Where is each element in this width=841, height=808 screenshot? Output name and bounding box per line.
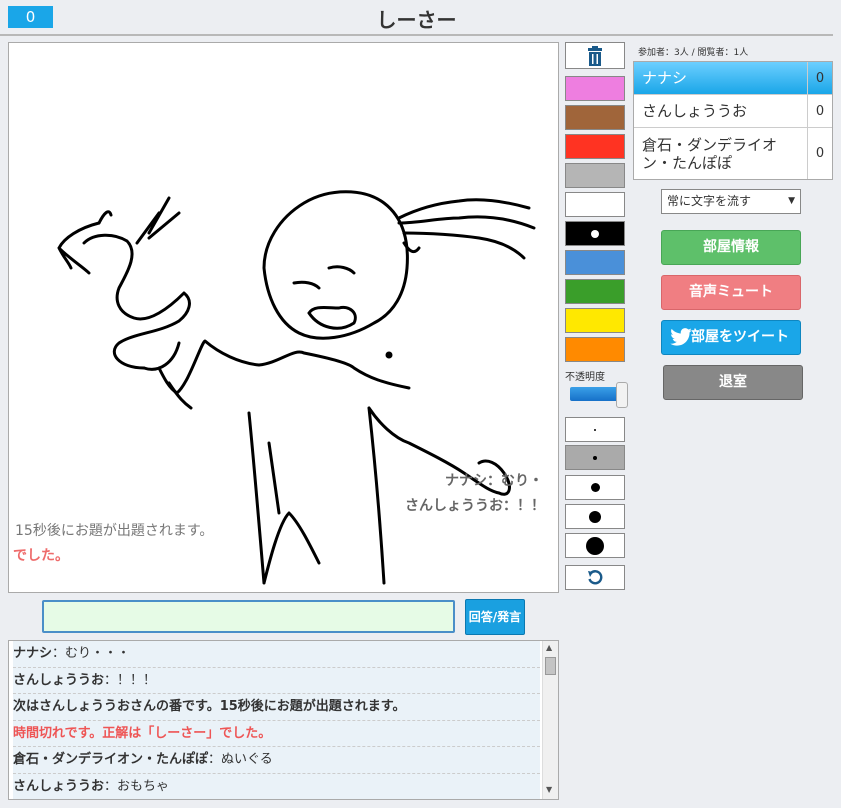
trash-icon — [588, 45, 602, 66]
log-text: ：おもちゃ — [104, 778, 170, 794]
player-row: さんしょううお 0 — [634, 95, 832, 128]
drawing-canvas[interactable]: ナナシ：むり・ さんしょううお：！！ 15秒後にお題が出題されます。 でした。 — [8, 42, 559, 593]
room-info-button[interactable]: 部屋情報 — [661, 230, 801, 265]
color-swatch[interactable] — [565, 192, 625, 217]
color-swatch[interactable] — [565, 221, 625, 246]
canvas-chat-overlay-1: ナナシ：むり・ — [445, 473, 543, 489]
player-score: 0 — [815, 103, 825, 119]
player-score: 0 — [815, 146, 825, 161]
player-row: ナナシ 0 — [634, 62, 832, 95]
page-title: しーさー — [376, 8, 457, 32]
scrollbar-thumb[interactable] — [545, 657, 556, 675]
brush-size-3[interactable] — [565, 475, 625, 500]
log-author: ナナシ — [13, 646, 53, 661]
brush-dot — [594, 428, 596, 431]
mute-button[interactable]: 音声ミュート — [661, 275, 801, 310]
log-author: 倉石・ダンデライオン・たんぽぽ — [13, 752, 209, 767]
twitter-icon — [670, 328, 692, 346]
scroll-up-icon[interactable]: ▲ — [546, 643, 552, 652]
log-text: ：ぬいぐる — [208, 752, 273, 767]
color-swatch[interactable] — [565, 308, 625, 333]
brush-dot — [593, 455, 597, 460]
color-swatch[interactable] — [565, 250, 625, 275]
tweet-button-label: 部屋をツイート — [691, 329, 789, 345]
log-author: さんしょううお — [13, 778, 105, 794]
player-score: 0 — [815, 70, 825, 86]
log-row: ナナシ：むり・・・ — [13, 641, 540, 668]
color-swatch[interactable] — [565, 279, 625, 304]
brush-dot — [589, 510, 601, 523]
color-swatch[interactable] — [565, 105, 625, 130]
chevron-down-icon: ▼ — [788, 196, 795, 206]
leave-room-button[interactable]: 退室 — [663, 365, 803, 400]
color-swatch[interactable] — [565, 134, 625, 159]
opacity-label: 不透明度 — [565, 372, 605, 383]
brush-dot — [586, 536, 604, 555]
brush-dot — [590, 483, 600, 492]
opacity-slider-thumb[interactable] — [616, 382, 628, 408]
player-name: ナナシ — [634, 62, 808, 94]
log-text: 時間切れです。正解は「しーさー」でした。 — [13, 725, 272, 741]
opacity-slider-track — [570, 387, 622, 401]
player-name: さんしょううお — [634, 95, 808, 127]
text-scroll-selected: 常に文字を流す — [667, 194, 752, 208]
color-swatch[interactable] — [565, 163, 625, 188]
tweet-button[interactable]: 部屋をツイート — [661, 320, 801, 355]
player-name: 倉石・ダンデライオン・たんぽぽ — [634, 128, 808, 179]
log-text: ：むり・・・ — [52, 646, 131, 661]
log-row: さんしょううお：おもちゃ — [13, 773, 540, 799]
log-text: ：！！！ — [104, 672, 157, 688]
chat-log: ナナシ：むり・・・ さんしょううお：！！！ 次はさんしょううおさんの番です。15… — [8, 640, 559, 800]
player-row: 倉石・ダンデライオン・たんぽぽ 0 — [634, 128, 832, 179]
log-text: 次はさんしょううおさんの番です。15秒後にお題が出題されます。 — [13, 699, 406, 714]
canvas-chat-overlay-4: でした。 — [13, 548, 69, 564]
participants-count: 参加者：3人 / 閲覧者：1人 — [638, 48, 749, 58]
canvas-chat-overlay-3: 15秒後にお題が出題されます。 — [15, 523, 214, 539]
scroll-down-icon[interactable]: ▼ — [546, 785, 552, 794]
chat-input[interactable] — [42, 600, 455, 633]
brush-size-5[interactable] — [565, 533, 625, 558]
answer-button[interactable]: 回答/発言 — [465, 599, 525, 635]
log-row: 倉石・ダンデライオン・たんぽぽ：ぬいぐる — [13, 747, 540, 774]
header: 0 しーさー — [0, 0, 833, 36]
canvas-chat-overlay-2: さんしょううお：！！ — [405, 498, 545, 514]
brush-size-2[interactable] — [565, 445, 625, 470]
text-scroll-select[interactable]: 常に文字を流す ▼ — [661, 189, 801, 214]
undo-button[interactable] — [565, 565, 625, 590]
chat-input-row: 回答/発言 — [8, 594, 559, 638]
brush-size-4[interactable] — [565, 504, 625, 529]
selected-color-indicator — [591, 230, 599, 238]
color-swatch[interactable] — [565, 337, 625, 362]
chat-log-scrollbar[interactable]: ▲ ▼ — [542, 641, 558, 799]
undo-icon — [588, 569, 603, 584]
player-list: ナナシ 0 さんしょううお 0 倉石・ダンデライオン・たんぽぽ 0 — [633, 61, 833, 180]
log-row: 次はさんしょううおさんの番です。15秒後にお題が出題されます。 — [13, 694, 540, 721]
brush-size-1[interactable] — [565, 417, 625, 442]
log-row: さんしょううお：！！！ — [13, 667, 540, 694]
clear-canvas-button[interactable] — [565, 42, 625, 69]
log-author: さんしょううお — [13, 672, 105, 688]
log-row: 時間切れです。正解は「しーさー」でした。 — [13, 720, 540, 747]
color-swatch[interactable] — [565, 76, 625, 101]
opacity-slider[interactable] — [570, 382, 628, 408]
